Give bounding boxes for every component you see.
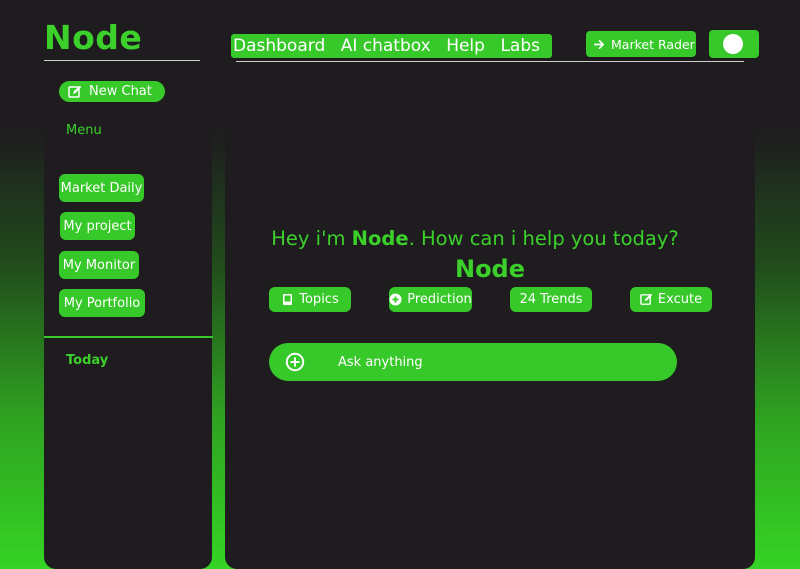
plus-circle-icon[interactable] bbox=[285, 352, 305, 372]
chip-prediction[interactable]: Prediction bbox=[389, 287, 472, 312]
top-nav: Dashboard AI chatbox Help Labs bbox=[231, 34, 552, 58]
sidebar-item-my-project[interactable]: My project bbox=[60, 212, 135, 240]
chip-excute-label: Excute bbox=[657, 292, 703, 307]
edit-icon bbox=[640, 293, 653, 305]
theme-toggle[interactable] bbox=[709, 30, 759, 58]
sidebar bbox=[44, 70, 212, 569]
chip-excute[interactable]: Excute bbox=[630, 287, 712, 312]
nav-divider bbox=[236, 61, 744, 62]
new-chat-button[interactable]: New Chat bbox=[59, 81, 165, 102]
toggle-knob bbox=[723, 34, 743, 54]
greeting: Hey i'm Node. How can i help you today? bbox=[225, 227, 725, 250]
brand-logo: Node bbox=[44, 18, 143, 57]
center-logo: Node bbox=[454, 255, 526, 283]
ask-placeholder: Ask anything bbox=[338, 354, 423, 370]
section-today: Today bbox=[66, 353, 109, 368]
menu-heading: Menu bbox=[66, 123, 102, 138]
chip-24-trends-label: 24 Trends bbox=[519, 292, 583, 307]
chip-topics-label: Topics bbox=[299, 292, 339, 307]
greeting-prefix: Hey i'm bbox=[271, 227, 346, 250]
nav-ai-chatbox[interactable]: AI chatbox bbox=[341, 36, 431, 56]
new-chat-label: New Chat bbox=[89, 84, 152, 99]
chip-topics[interactable]: Topics bbox=[269, 287, 351, 312]
chip-prediction-label: Prediction bbox=[407, 292, 472, 307]
book-icon bbox=[283, 294, 293, 305]
ask-input[interactable]: Ask anything bbox=[269, 343, 677, 381]
greeting-suffix: . How can i help you today? bbox=[408, 227, 679, 250]
plus-circle-icon bbox=[389, 293, 402, 306]
sidebar-item-my-portfolio[interactable]: My Portfolio bbox=[59, 289, 145, 317]
greeting-brand: Node bbox=[351, 227, 409, 250]
sidebar-item-my-monitor[interactable]: My Monitor bbox=[59, 251, 139, 279]
main-panel: Node bbox=[225, 70, 755, 569]
nav-labs[interactable]: Labs bbox=[500, 36, 540, 56]
edit-icon bbox=[68, 85, 82, 98]
logo-divider bbox=[44, 60, 200, 61]
chip-24-trends[interactable]: 24 Trends bbox=[510, 287, 592, 312]
market-rader-label: Market Rader bbox=[611, 36, 695, 52]
sidebar-divider bbox=[44, 336, 213, 338]
arrow-right-icon bbox=[594, 39, 604, 49]
nav-help[interactable]: Help bbox=[446, 36, 485, 56]
nav-dashboard[interactable]: Dashboard bbox=[233, 36, 325, 56]
sidebar-item-market-daily[interactable]: Market Daily bbox=[59, 174, 144, 202]
market-rader-button[interactable]: Market Rader bbox=[586, 31, 696, 57]
